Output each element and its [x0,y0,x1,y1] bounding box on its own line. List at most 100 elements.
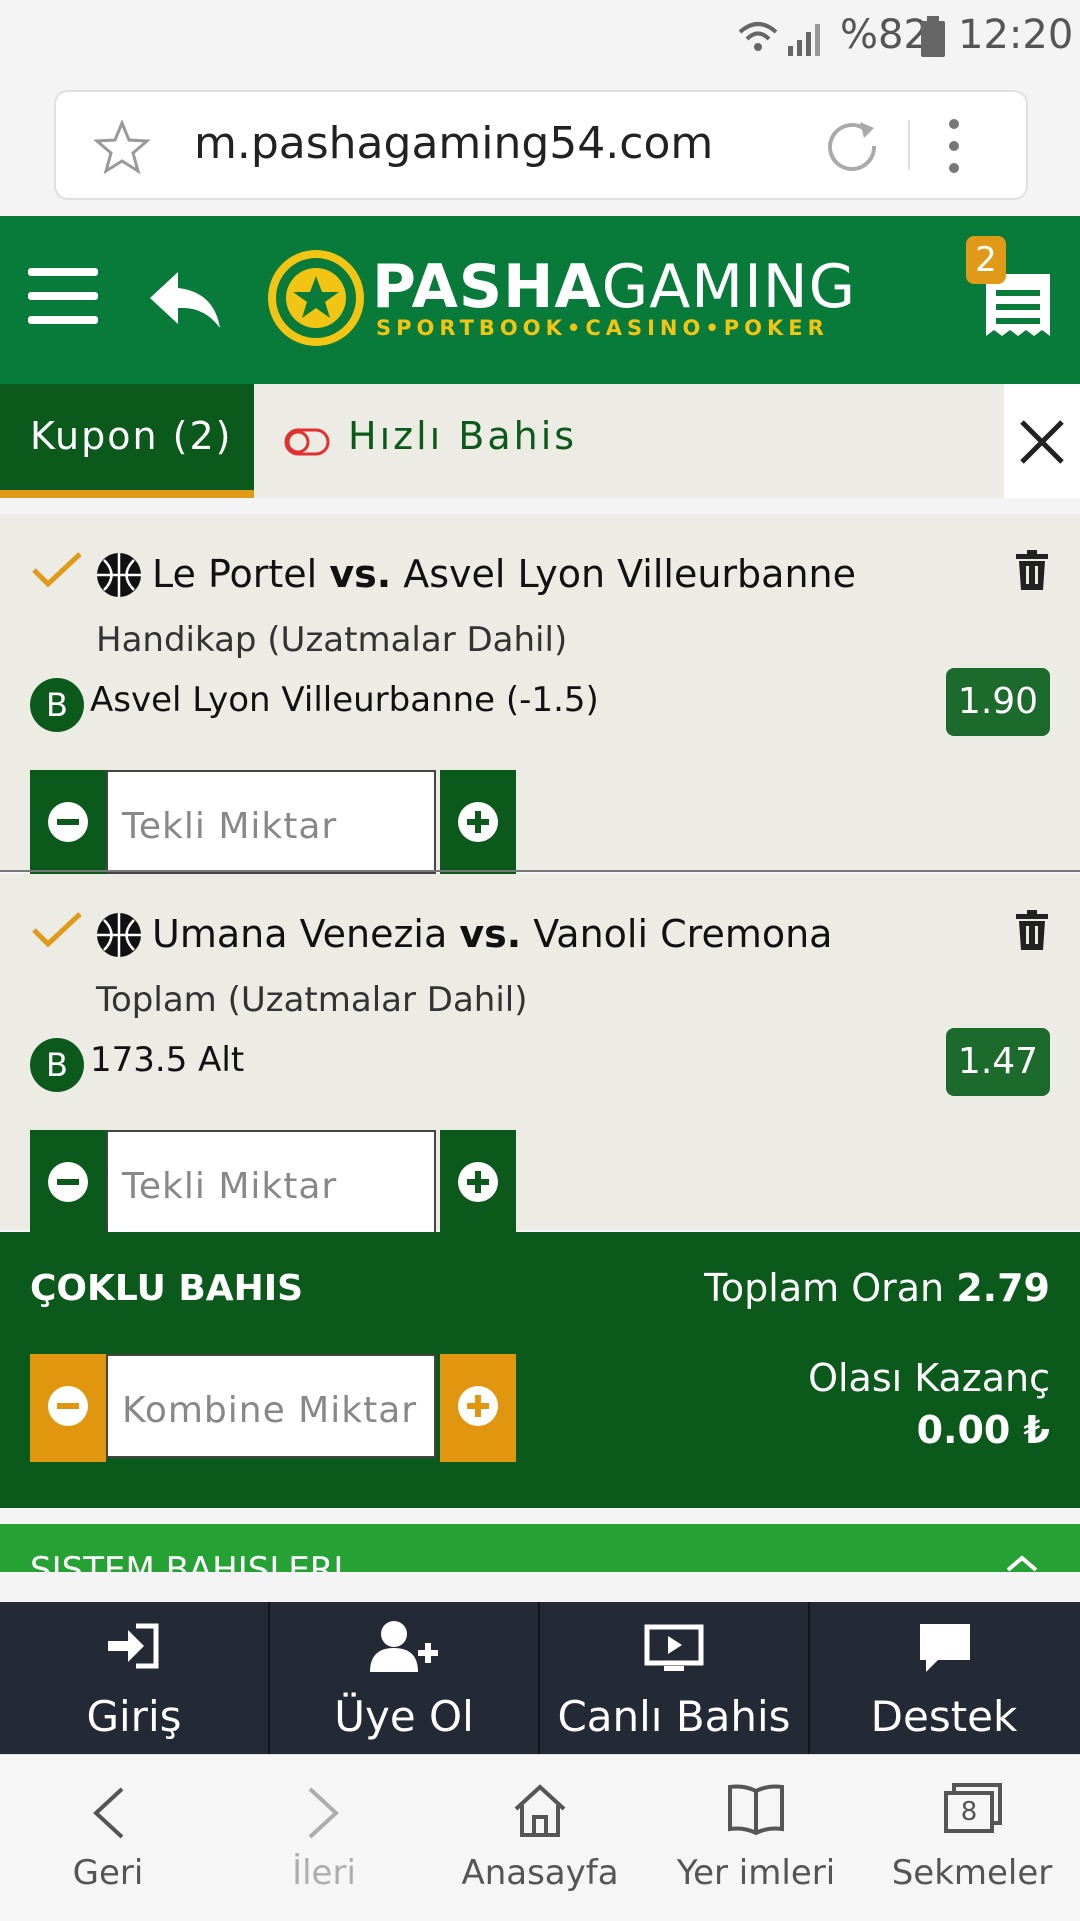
selection-name: Asvel Lyon Villeurbanne (-1.5) [90,680,599,720]
back-arrow-icon[interactable] [148,268,224,332]
status-bar: %82 12:20 [0,0,1080,80]
site-header: PASHAGAMING SPORTBOOK•CASINO•POKER 2 [0,216,1080,384]
browser-forward-button[interactable]: İleri [216,1755,432,1921]
system-bets-header[interactable]: SISTEM BAHISLERI [0,1524,1080,1572]
login-icon [108,1623,159,1669]
reload-icon[interactable] [824,118,880,174]
nav-label: Canlı Bahis [557,1692,791,1741]
minus-circle-icon [48,802,88,842]
combo-stake-input[interactable]: Kombine Miktar [106,1354,436,1458]
browser-tabs-button[interactable]: 8 Sekmeler [864,1755,1080,1921]
multi-bet-panel: ÇOKLU BAHIS Toplam Oran 2.79 Kombine Mik… [0,1232,1080,1508]
check-icon [32,552,82,588]
clock: 12:20 [958,12,1074,58]
nav-label: Üye Ol [334,1692,474,1741]
possible-win-value: 0.00 ₺ [916,1408,1050,1452]
plus-circle-icon [458,1386,498,1426]
bookmark-star-icon[interactable] [94,120,150,174]
increase-stake-button[interactable] [440,1130,516,1238]
minus-circle-icon [48,1386,88,1426]
decrease-combo-stake-button[interactable] [30,1354,106,1462]
brand-logo-text[interactable]: PASHAGAMING [372,252,856,322]
browser-bottom-bar: Geri İleri Anasayfa Yer imleri 8 Sekmele… [0,1754,1080,1921]
url-text[interactable]: m.pashagaming54.com [194,118,713,169]
browser-nav-label: Geri [72,1853,144,1893]
close-button[interactable] [1004,384,1080,498]
nav-canli-bahis[interactable]: Canlı Bahis [540,1602,808,1754]
browser-nav-label: Sekmeler [891,1853,1053,1893]
increase-combo-stake-button[interactable] [440,1354,516,1462]
increase-stake-button[interactable] [440,770,516,878]
browser-home-button[interactable]: Anasayfa [432,1755,648,1921]
address-bar[interactable]: m.pashagaming54.com [54,90,1028,200]
tab-hizli-label: Hızlı Bahis [348,414,578,458]
nav-destek[interactable]: Destek [810,1602,1078,1754]
event-title: Umana Venezia vs. Vanoli Cremona [152,912,833,956]
tab-count: 8 [960,1797,978,1827]
trash-icon[interactable] [1016,910,1048,950]
chat-bubble-icon [920,1624,970,1672]
plus-circle-icon [458,1162,498,1202]
multi-bet-label: ÇOKLU BAHIS [30,1268,304,1309]
wifi-signal-icon [738,22,820,56]
bet-type-badge: B [30,1038,84,1092]
browser-back-button[interactable]: Geri [0,1755,216,1921]
browser-toolbar: m.pashagaming54.com [0,80,1080,216]
total-odds: Toplam Oran 2.79 [704,1266,1050,1310]
coupon-tabs: Kupon (2) Hızlı Bahis [0,384,1080,498]
hamburger-menu-icon[interactable] [0,256,120,346]
stake-input-group: Tekli Miktar [30,770,516,878]
coupon-item: Umana Venezia vs. Vanoli Cremona Toplam … [0,874,1080,1238]
combo-stake-input-group: Kombine Miktar [30,1354,516,1462]
brand-tagline: SPORTBOOK•CASINO•POKER [376,316,829,340]
chevron-left-icon [93,1787,124,1839]
market-name: Handikap (Uzatmalar Dahil) [96,620,568,660]
nav-label: Destek [870,1692,1018,1741]
chevron-up-icon [1006,1555,1038,1572]
bet-type-badge: B [30,678,84,732]
pasha-logo-icon[interactable] [268,250,364,346]
plus-circle-icon [458,802,498,842]
stake-input-group: Tekli Miktar [30,1130,516,1238]
close-icon [1020,420,1064,464]
coupon-item: Le Portel vs. Asvel Lyon Villeurbanne Ha… [0,514,1080,878]
divider [908,120,910,170]
tab-kupon[interactable]: Kupon (2) [0,384,254,498]
add-user-icon [370,1621,438,1672]
event-title: Le Portel vs. Asvel Lyon Villeurbanne [152,552,857,596]
selection-name: 173.5 Alt [90,1040,245,1080]
battery-percent: %82 [840,12,929,58]
site-bottom-nav: Giriş Üye Ol Canlı Bahis Destek [0,1602,1080,1754]
home-icon [514,1784,566,1837]
odds-value: 1.47 [946,1028,1050,1096]
battery-icon [921,16,945,57]
tab-kupon-label: Kupon (2) [30,414,233,458]
chevron-right-icon [308,1787,339,1839]
decrease-stake-button[interactable] [30,770,106,878]
nav-uye-ol[interactable]: Üye Ol [270,1602,538,1754]
nav-giris[interactable]: Giriş [0,1602,268,1754]
tab-hizli-bahis[interactable]: Hızlı Bahis [254,384,1004,498]
live-tv-icon [644,1624,704,1671]
nav-label: Giriş [86,1692,182,1741]
browser-nav-label: Anasayfa [461,1853,619,1893]
decrease-stake-button[interactable] [30,1130,106,1238]
stake-input[interactable]: Tekli Miktar [106,1130,436,1234]
more-menu-icon[interactable] [944,116,964,176]
coupon-count-badge: 2 [966,236,1006,284]
stake-input[interactable]: Tekli Miktar [106,770,436,874]
browser-nav-label: İleri [292,1853,356,1893]
system-bets-label: SISTEM BAHISLERI [30,1550,344,1572]
possible-win-label: Olası Kazanç [808,1356,1050,1400]
basketball-icon [97,553,141,597]
minus-circle-icon [48,1162,88,1202]
basketball-icon [97,913,141,957]
odds-value: 1.90 [946,668,1050,736]
divider [0,870,1080,872]
trash-icon[interactable] [1016,550,1048,590]
browser-nav-label: Yer imleri [676,1853,836,1893]
quick-bet-toggle-icon [284,428,330,456]
market-name: Toplam (Uzatmalar Dahil) [96,980,528,1020]
browser-bookmarks-button[interactable]: Yer imleri [648,1755,864,1921]
check-icon [32,912,82,948]
